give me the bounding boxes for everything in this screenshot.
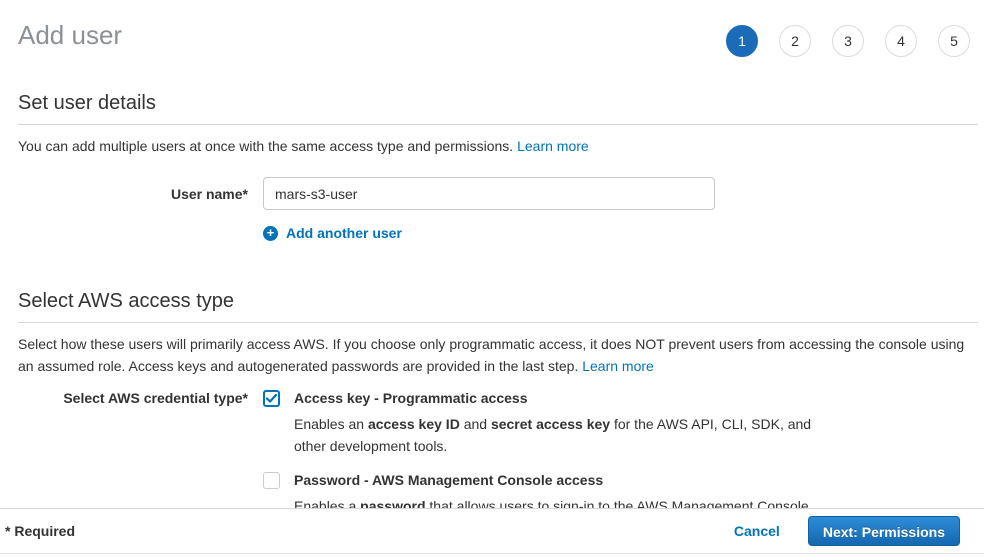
option-access-key: Access key - Programmatic access Enables… [263,390,834,457]
step-4: 4 [885,25,917,57]
learn-more-link-user-details[interactable]: Learn more [517,138,589,154]
step-1-active[interactable]: 1 [726,25,758,57]
access-type-intro: Select how these users will primarily ac… [18,333,978,377]
username-label: User name* [18,177,248,202]
wizard-footer: * Required Cancel Next: Permissions [0,508,984,554]
password-option-title[interactable]: Password - AWS Management Console access [294,472,813,489]
credential-type-row: Select AWS credential type* Access key -… [18,390,978,517]
learn-more-link-access-type[interactable]: Learn more [582,358,654,374]
plus-circle-icon: + [263,226,278,241]
required-note: * Required [5,523,75,539]
checkmark-icon [266,394,277,403]
set-user-details-section: Set user details You can add multiple us… [18,91,978,241]
username-row: User name* [18,177,978,210]
section-divider [18,124,978,125]
page-title: Add user [18,20,122,50]
user-details-intro: You can add multiple users at once with … [18,135,978,157]
access-key-option-title[interactable]: Access key - Programmatic access [294,390,834,407]
select-access-type-section: Select AWS access type Select how these … [18,289,978,517]
desc-bold: access key ID [368,416,460,432]
desc-text: and [460,416,491,432]
credential-type-label: Select AWS credential type* [18,390,248,406]
section-heading-access-type: Select AWS access type [18,289,978,313]
access-key-option-description: Enables an access key ID and secret acce… [294,413,834,457]
add-another-user-row: + Add another user [18,224,978,241]
add-user-wizard-page: { "page": { "title": "Add user", "steps"… [0,0,984,556]
next-permissions-button[interactable]: Next: Permissions [808,516,960,546]
access-type-intro-text: Select how these users will primarily ac… [18,336,964,374]
step-2: 2 [779,25,811,57]
step-3: 3 [832,25,864,57]
add-another-user-button[interactable]: + Add another user [263,225,402,241]
desc-text: Enables an [294,416,368,432]
cancel-button[interactable]: Cancel [734,523,780,539]
access-key-checkbox-checked[interactable] [263,390,280,407]
section-heading-user-details: Set user details [18,91,978,115]
desc-bold: secret access key [491,416,610,432]
section-divider [18,322,978,323]
step-5: 5 [938,25,970,57]
page-header: Add user 1 2 3 4 5 [18,20,978,57]
add-another-user-label: Add another user [286,225,402,241]
main-content: Add user 1 2 3 4 5 Set user details You … [0,0,984,517]
user-details-intro-text: You can add multiple users at once with … [18,138,517,154]
password-checkbox-unchecked[interactable] [263,472,280,489]
wizard-step-indicator: 1 2 3 4 5 [726,20,970,57]
username-input[interactable] [263,177,715,210]
